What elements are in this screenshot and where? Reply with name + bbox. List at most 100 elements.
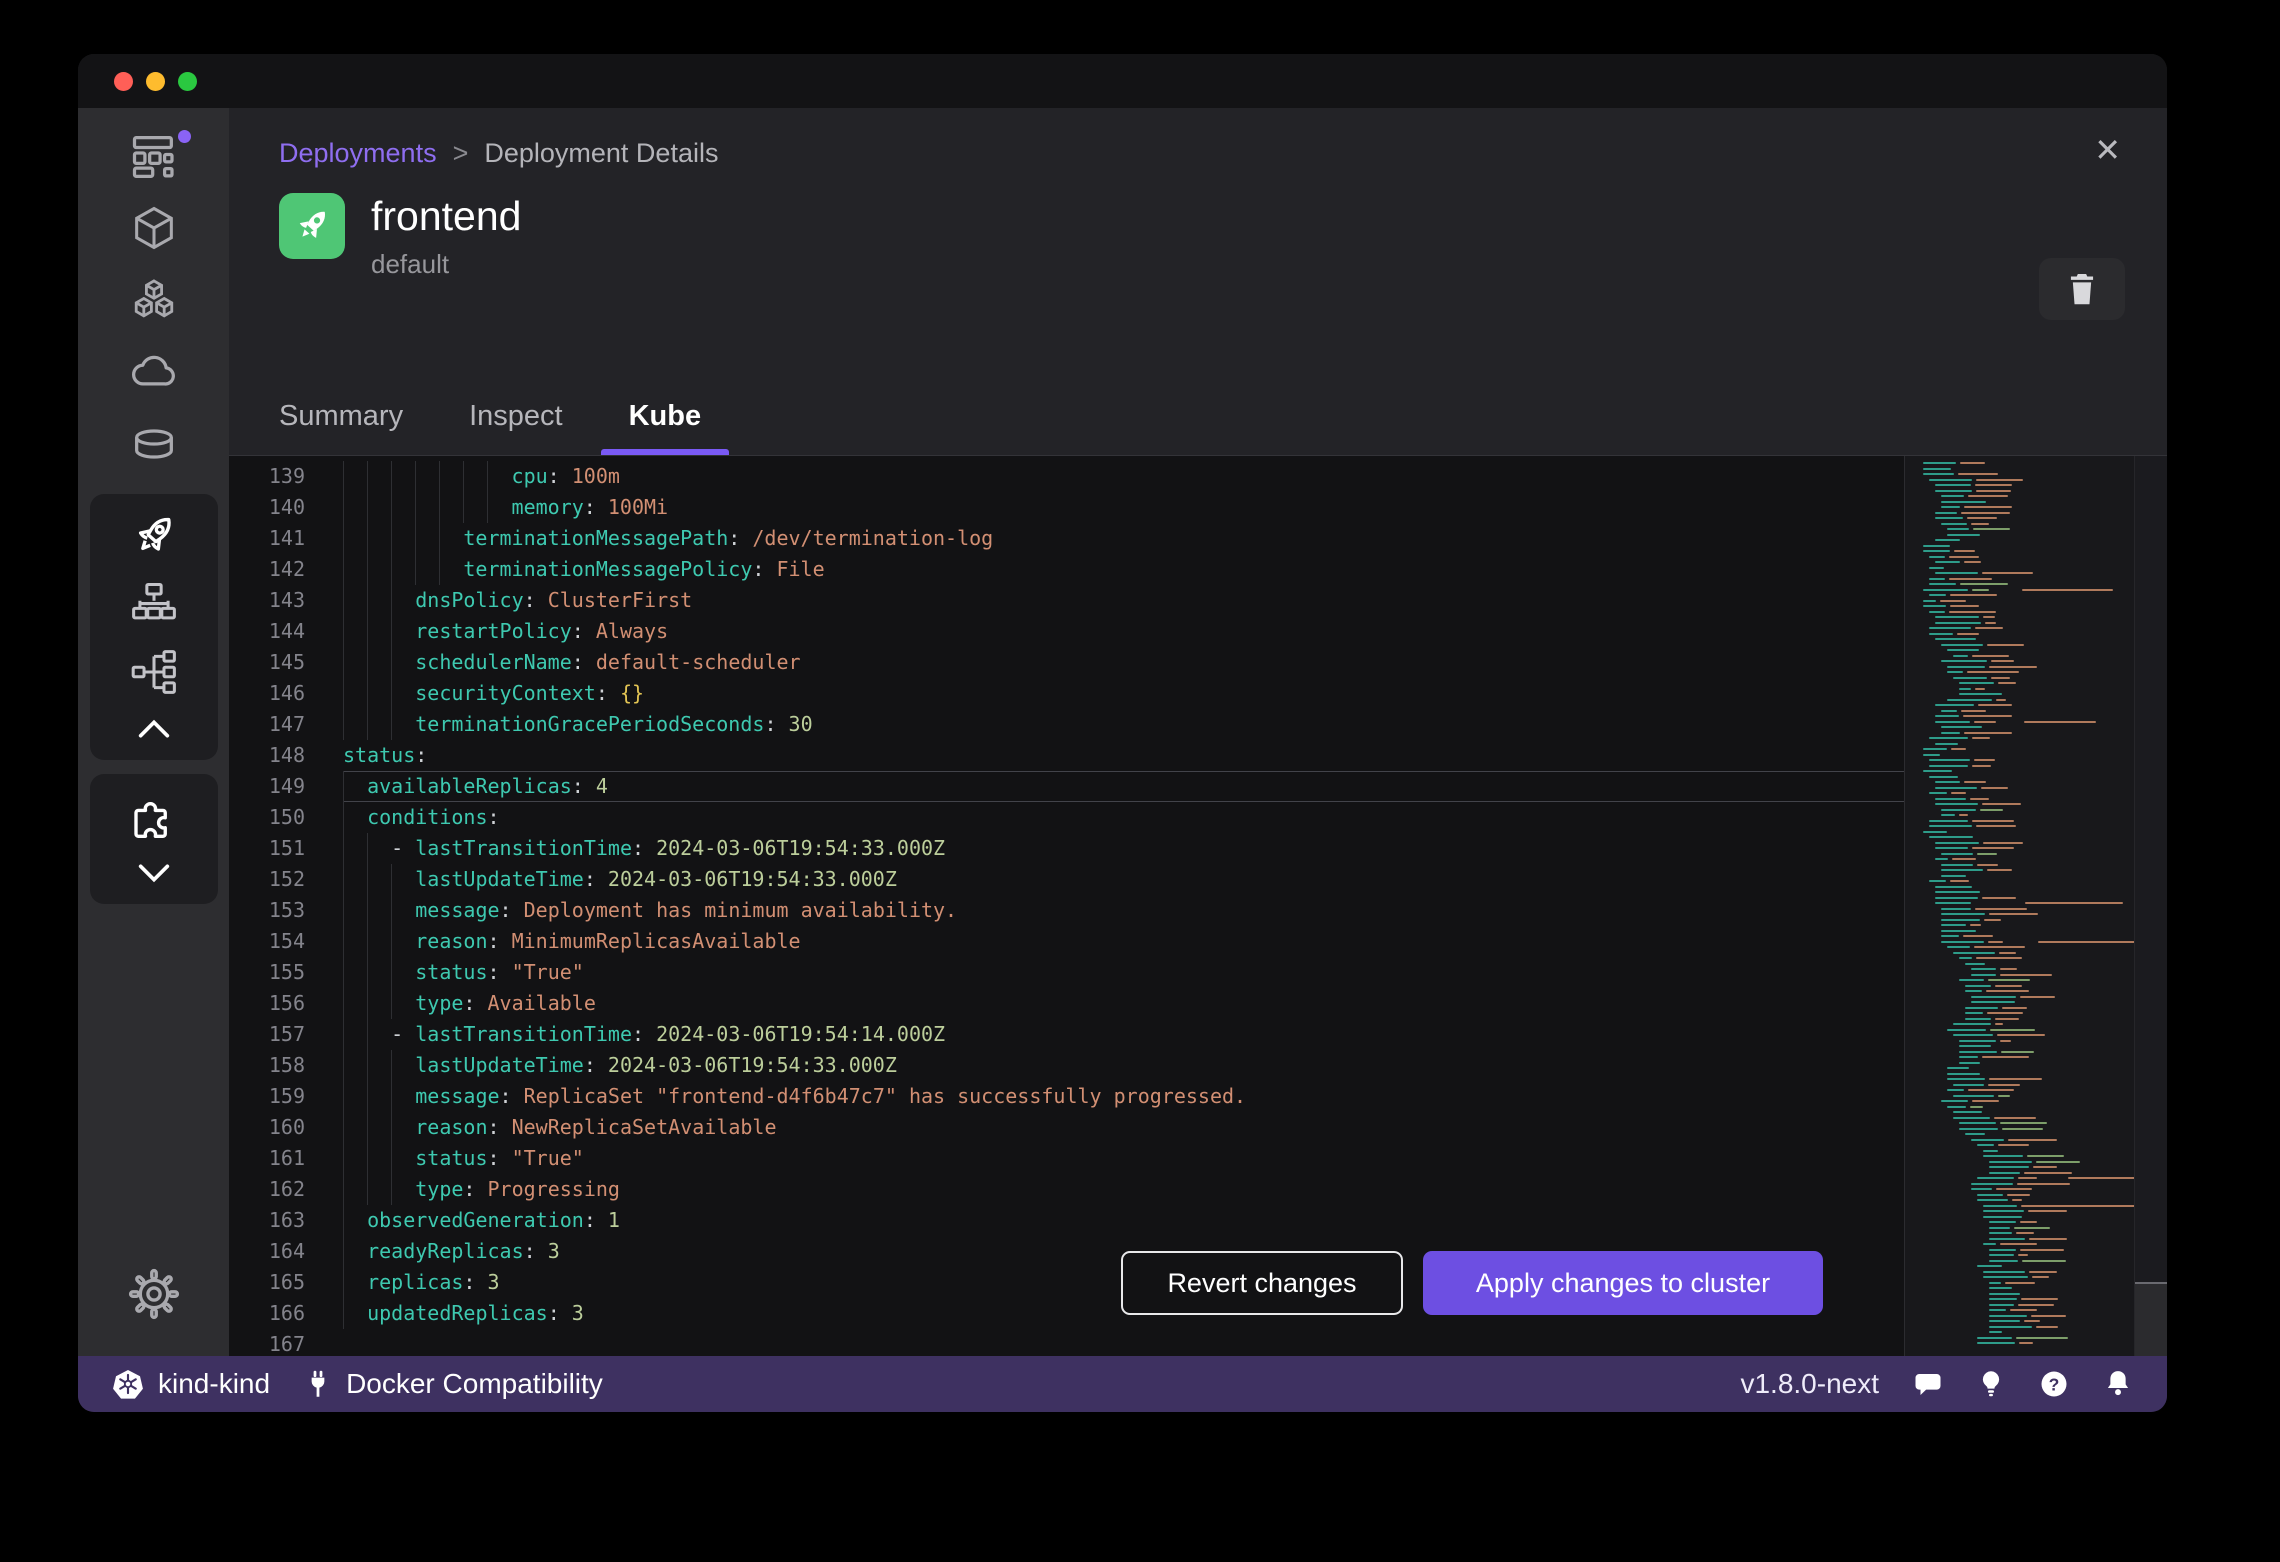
code-line[interactable]: 142 terminationMessagePolicy: File	[229, 554, 1905, 585]
version-label: v1.8.0-next	[1740, 1368, 1879, 1399]
line-number: 139	[268, 464, 305, 488]
code-line[interactable]: 141 terminationMessagePath: /dev/terminat…	[229, 523, 1905, 554]
line-number: 162	[268, 1177, 305, 1201]
breadcrumb-separator: >	[452, 138, 469, 168]
code-line[interactable]: 167	[229, 1329, 1905, 1356]
code-line[interactable]: 163 observedGeneration: 1	[229, 1205, 1905, 1236]
line-number: 143	[268, 588, 305, 612]
code-line[interactable]: 146 securityContext: {}	[229, 678, 1905, 709]
tab-inspect[interactable]: Inspect	[469, 400, 563, 455]
detail-header: Deployments > Deployment Details fronten…	[229, 108, 2167, 455]
code-line[interactable]: 153 message: Deployment has minimum avail…	[229, 895, 1905, 926]
code-line[interactable]: 155 status: "True"	[229, 957, 1905, 988]
code-line[interactable]: 159 message: ReplicaSet "frontend-d4f6b47…	[229, 1081, 1905, 1112]
sidebar-item-containers[interactable]	[95, 120, 213, 192]
line-number: 147	[268, 712, 305, 736]
line-number: 164	[268, 1239, 305, 1263]
rocket-tile-icon	[299, 211, 326, 238]
line-number: 154	[268, 929, 305, 953]
suggestions-button[interactable]	[1977, 1369, 2005, 1399]
notifications-button[interactable]	[2103, 1368, 2133, 1400]
compatibility-label: Docker Compatibility	[346, 1368, 603, 1399]
close-detail-icon[interactable]: ✕	[2094, 134, 2121, 166]
sidebar-item-docker-hub[interactable]	[95, 336, 213, 408]
code-line[interactable]: 157- lastTransitionTime: 2024-03-06T19:5…	[229, 1019, 1905, 1050]
apply-changes-button[interactable]: Apply changes to cluster	[1423, 1251, 1823, 1315]
sidebar-item-services[interactable]	[95, 570, 213, 638]
line-number: 151	[268, 836, 305, 860]
scrollbar-thumb[interactable]	[2135, 1282, 2167, 1356]
feedback-button[interactable]	[1913, 1369, 1943, 1399]
tab-kube[interactable]: Kube	[600, 400, 729, 455]
line-number: 157	[268, 1022, 305, 1046]
line-number: 159	[268, 1084, 305, 1108]
revert-changes-button[interactable]: Revert changes	[1121, 1251, 1403, 1315]
line-number: 142	[268, 557, 305, 581]
code-line[interactable]: 147 terminationGracePeriodSeconds: 30	[229, 709, 1905, 740]
line-number: 152	[268, 867, 305, 891]
sidebar-more-button[interactable]	[95, 850, 213, 896]
deployment-tile	[279, 193, 345, 259]
title-bar	[78, 54, 2167, 108]
cluster-selector[interactable]: kind-kind	[112, 1368, 270, 1400]
code-line[interactable]: 144 restartPolicy: Always	[229, 616, 1905, 647]
editor-scrollbar[interactable]	[2134, 456, 2167, 1356]
code-line[interactable]: 145 schedulerName: default-scheduler	[229, 647, 1905, 678]
sidebar	[78, 108, 229, 1356]
code-line[interactable]: 156 type: Available	[229, 988, 1905, 1019]
chevron-down-icon	[138, 864, 169, 883]
code-line[interactable]: 154 reason: MinimumReplicasAvailable	[229, 926, 1905, 957]
cluster-name: kind-kind	[158, 1368, 271, 1399]
code-line[interactable]: 148 status:	[229, 740, 1905, 771]
sidebar-collapse-button[interactable]	[95, 706, 213, 752]
cube-icon	[134, 206, 173, 250]
line-number: 140	[268, 495, 305, 519]
code-line[interactable]: 139 cpu: 100m	[229, 461, 1905, 492]
gear-icon	[128, 1268, 179, 1320]
sidebar-item-builds[interactable]	[95, 264, 213, 336]
sidebar-item-settings[interactable]	[95, 1258, 213, 1330]
help-button[interactable]: ?	[2039, 1369, 2069, 1399]
lightbulb-icon	[1982, 1371, 2000, 1397]
code-line[interactable]: 158 lastUpdateTime: 2024-03-06T19:54:33.0…	[229, 1050, 1905, 1081]
main-panel: Deployments > Deployment Details fronten…	[229, 108, 2167, 1356]
minimap[interactable]	[1904, 456, 2167, 1356]
line-number: 153	[268, 898, 305, 922]
code-line[interactable]: 151- lastTransitionTime: 2024-03-06T19:5…	[229, 833, 1905, 864]
code-lines: 139 cpu: 100m 140 memory: 100Mi 141 terminati…	[229, 456, 1905, 1356]
code-line[interactable]: 149 availableReplicas: 4	[229, 771, 1905, 802]
docker-compatibility[interactable]: Docker Compatibility	[304, 1368, 603, 1400]
sidebar-item-images[interactable]	[95, 192, 213, 264]
sidebar-item-deployments-active[interactable]	[95, 502, 213, 570]
code-line[interactable]: 150 conditions:	[229, 802, 1905, 833]
code-line[interactable]: 162 type: Progressing	[229, 1174, 1905, 1205]
svg-text:?: ?	[2049, 1374, 2060, 1394]
line-number: 146	[268, 681, 305, 705]
close-window-button[interactable]	[114, 71, 133, 91]
code-line[interactable]: 152 lastUpdateTime: 2024-03-06T19:54:33.0…	[229, 864, 1905, 895]
breadcrumb-deployments-link[interactable]: Deployments	[279, 138, 437, 169]
app-window: Deployments > Deployment Details fronten…	[78, 54, 2167, 1412]
database-icon	[134, 429, 173, 459]
org-chart-icon	[131, 582, 176, 620]
delete-deployment-button[interactable]	[2039, 258, 2125, 320]
maximize-window-button[interactable]	[178, 71, 197, 91]
yaml-editor[interactable]: 139 cpu: 100m 140 memory: 100Mi 141 terminati…	[229, 455, 2167, 1356]
code-line[interactable]: 161 status: "True"	[229, 1143, 1905, 1174]
sidebar-item-extensions[interactable]	[95, 782, 213, 850]
line-number: 167	[268, 1332, 305, 1356]
code-line[interactable]: 140 memory: 100Mi	[229, 492, 1905, 523]
stacked-cubes-icon	[134, 279, 173, 318]
tab-bar: Summary Inspect Kube	[279, 400, 729, 455]
tab-summary[interactable]: Summary	[279, 400, 403, 455]
code-line[interactable]: 160 reason: NewReplicaSetAvailable	[229, 1112, 1905, 1143]
sidebar-item-pods[interactable]	[95, 638, 213, 706]
code-line[interactable]: 143 dnsPolicy: ClusterFirst	[229, 585, 1905, 616]
line-number: 165	[268, 1270, 305, 1294]
minimize-window-button[interactable]	[146, 71, 165, 91]
sidebar-item-volumes[interactable]	[95, 408, 213, 480]
trash-icon	[2070, 274, 2094, 305]
page-title: frontend	[371, 193, 522, 239]
line-number: 144	[268, 619, 305, 643]
chat-bubble-icon	[1915, 1374, 1941, 1395]
